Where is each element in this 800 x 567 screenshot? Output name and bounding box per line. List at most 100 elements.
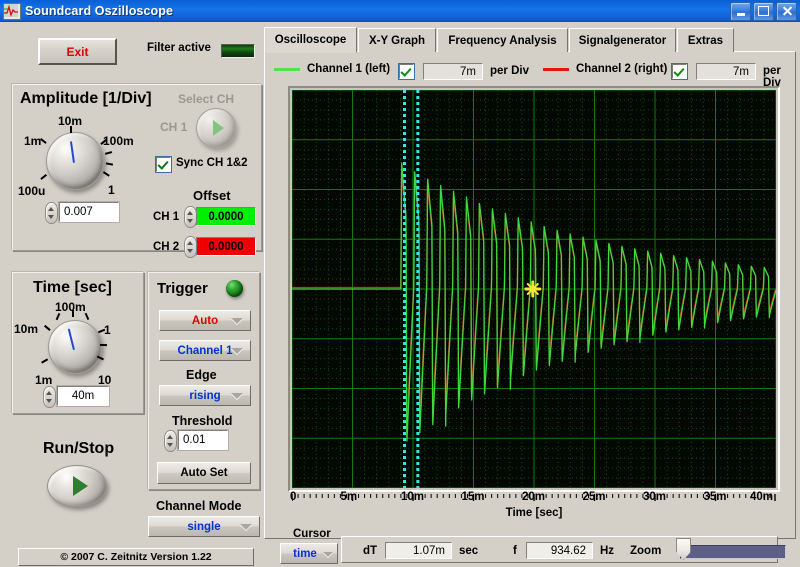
amplitude-knob[interactable] xyxy=(46,132,104,190)
amplitude-spinner[interactable] xyxy=(45,202,58,224)
frequency-value-field[interactable]: 934.62 xyxy=(526,542,593,559)
zoom-slider-track[interactable] xyxy=(680,545,786,559)
trigger-threshold-spinner[interactable] xyxy=(164,430,177,452)
chevron-down-icon xyxy=(231,318,243,324)
amplitude-knob-pointer xyxy=(69,141,75,164)
trigger-edge-value: rising xyxy=(189,389,221,402)
amplitude-tick-100u: 100u xyxy=(18,184,46,198)
amplitude-knob-tick xyxy=(70,126,72,133)
channel2-label: Channel 2 (right) xyxy=(576,63,668,75)
offset-ch2-spinner-down-icon[interactable] xyxy=(187,249,193,253)
threshold-spinner-down-icon[interactable] xyxy=(167,443,173,447)
filter-active-led xyxy=(221,44,255,58)
app-icon xyxy=(3,2,21,20)
x-axis-tick-label: 10m xyxy=(401,491,425,503)
channel2-legend: Channel 2 (right) xyxy=(543,63,667,75)
offset-ch2-spinner-up-icon[interactable] xyxy=(187,241,193,245)
close-button[interactable] xyxy=(776,1,797,21)
auto-set-button[interactable]: Auto Set xyxy=(157,462,251,484)
channel-mode-combo[interactable]: single xyxy=(148,516,260,537)
time-knob-pointer xyxy=(67,328,75,351)
amplitude-spinner-up-icon[interactable] xyxy=(48,207,54,211)
amplitude-tick-100m: 100m xyxy=(103,134,134,148)
minimize-button[interactable] xyxy=(730,1,751,21)
run-stop-label: Run/Stop xyxy=(43,440,115,457)
channel1-legend: Channel 1 (left) xyxy=(274,63,390,75)
channel1-per-div-label: per Div xyxy=(490,65,529,77)
offset-ch1-spinner-up-icon[interactable] xyxy=(187,211,193,215)
trigger-led xyxy=(226,280,243,297)
trigger-source-value: Channel 1 xyxy=(177,344,233,357)
time-knob[interactable] xyxy=(48,320,102,374)
time-spinner-up-icon[interactable] xyxy=(46,391,52,395)
chevron-down-icon xyxy=(231,393,243,399)
offset-ch1-value[interactable]: 0.0000 xyxy=(196,207,256,226)
time-spinner[interactable] xyxy=(43,386,56,408)
amplitude-value-field[interactable]: 0.007 xyxy=(58,201,120,223)
offset-ch2-value[interactable]: 0.0000 xyxy=(196,237,256,256)
amplitude-tick-1m: 1m xyxy=(24,134,42,148)
trigger-mode-combo[interactable]: Auto xyxy=(159,310,251,331)
time-value-field[interactable]: 40m xyxy=(56,385,110,407)
play-icon xyxy=(72,476,88,496)
run-stop-button[interactable] xyxy=(47,465,107,507)
tab-extras[interactable]: Extras xyxy=(677,28,734,52)
time-knob-tick xyxy=(72,310,74,317)
channel-mode-label: Channel Mode xyxy=(156,499,242,513)
exit-button[interactable]: Exit xyxy=(38,38,117,65)
dt-label: dT xyxy=(363,545,378,557)
trigger-edge-label: Edge xyxy=(186,368,217,382)
chevron-down-icon xyxy=(240,524,252,530)
time-tick-1m: 1m xyxy=(35,373,53,387)
channel1-per-div-field[interactable]: 7m xyxy=(423,63,483,80)
offset-ch1-spinner-down-icon[interactable] xyxy=(187,219,193,223)
dt-unit-label: sec xyxy=(459,545,479,557)
dt-value-field[interactable]: 1.07m xyxy=(385,542,452,559)
x-axis-title: Time [sec] xyxy=(505,507,563,519)
amplitude-title: Amplitude [1/Div] xyxy=(20,90,152,107)
time-tick-100m: 100m xyxy=(55,300,86,314)
cursor-mode-combo[interactable]: time xyxy=(280,543,338,564)
window-title: Soundcard Oszilloscope xyxy=(25,4,174,18)
app-window: Soundcard Oszilloscope Exit Filter activ… xyxy=(0,0,800,567)
time-tick-10: 10 xyxy=(98,373,112,387)
amplitude-spinner-down-icon[interactable] xyxy=(48,215,54,219)
channel1-enable-checkbox[interactable] xyxy=(398,63,415,80)
copyright-label: © 2007 C. Zeitnitz Version 1.22 xyxy=(18,548,254,566)
time-spinner-down-icon[interactable] xyxy=(46,399,52,403)
channel2-color-swatch xyxy=(543,67,569,71)
offset-title: Offset xyxy=(193,188,231,203)
x-axis-tick-label: 30m xyxy=(643,491,667,503)
cursor-mode-value: time xyxy=(293,547,317,560)
trigger-edge-combo[interactable]: rising xyxy=(159,385,251,406)
window-buttons xyxy=(730,1,800,21)
trigger-threshold-field[interactable]: 0.01 xyxy=(177,429,229,451)
time-title: Time [sec] xyxy=(33,279,112,296)
x-axis-tick-label: 35m xyxy=(703,491,727,503)
maximize-icon xyxy=(758,6,769,16)
trigger-source-combo[interactable]: Channel 1 xyxy=(159,340,251,361)
channel2-per-div-field[interactable]: 7m xyxy=(696,63,756,80)
x-axis-tick-label: 15m xyxy=(461,491,485,503)
chevron-down-icon xyxy=(231,348,243,354)
channel2-enable-checkbox[interactable] xyxy=(671,63,688,80)
sync-checkbox[interactable] xyxy=(155,156,172,173)
trigger-title: Trigger xyxy=(157,280,208,297)
cursor-section-label: Cursor xyxy=(293,528,331,540)
tab-oscilloscope[interactable]: Oscilloscope xyxy=(264,27,357,53)
maximize-button[interactable] xyxy=(753,1,774,21)
waveform-plot xyxy=(292,90,776,488)
x-axis-tick-label: 20m xyxy=(522,491,546,503)
tab-frequency-analysis[interactable]: Frequency Analysis xyxy=(437,28,568,52)
channel-mode-value: single xyxy=(187,520,221,533)
select-ch-button[interactable] xyxy=(196,108,236,148)
threshold-spinner-up-icon[interactable] xyxy=(167,435,173,439)
tab-signalgenerator[interactable]: Signalgenerator xyxy=(569,28,676,52)
select-ch-title: Select CH xyxy=(178,92,235,106)
time-knob-tick xyxy=(99,343,108,346)
scope-display[interactable] xyxy=(292,90,776,488)
tab-xy-graph[interactable]: X-Y Graph xyxy=(358,28,436,52)
x-axis-tick-label: 5m xyxy=(340,491,358,503)
sync-label: Sync CH 1&2 xyxy=(176,157,248,169)
trigger-mode-value: Auto xyxy=(191,314,219,327)
